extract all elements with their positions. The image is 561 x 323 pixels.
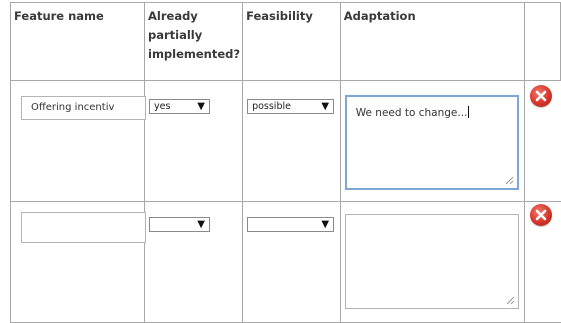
already-implemented-cell: ▼ [143, 201, 244, 323]
delete-icon [536, 90, 547, 102]
adaptation-text: We need to change... [355, 107, 468, 119]
delete-row-button[interactable] [530, 85, 553, 107]
actions-cell [524, 201, 561, 323]
already-implemented-cell: yes ▼ [143, 80, 244, 202]
triangle-down-icon: ▼ [321, 101, 330, 112]
feasibility-select[interactable]: ▼ [247, 217, 335, 232]
already-implemented-value: yes [154, 101, 171, 112]
header-row: Feature name Already partially implement… [10, 2, 561, 81]
adaptation-textarea[interactable]: We need to change... [344, 95, 519, 190]
table-row: Offering incentiv yes ▼ possible ▼ We ne… [10, 80, 561, 202]
text-caret [468, 106, 470, 118]
adaptation-cell [339, 201, 526, 323]
triangle-down-icon: ▼ [197, 101, 205, 112]
feasibility-cell: possible ▼ [242, 80, 341, 202]
features-table: Feature name Already partially implement… [10, 2, 561, 323]
triangle-down-icon: ▼ [321, 219, 330, 230]
header-actions [524, 2, 561, 81]
adaptation-cell: We need to change... [339, 80, 526, 202]
adaptation-textarea[interactable] [344, 214, 519, 309]
already-implemented-select[interactable]: yes ▼ [149, 99, 210, 114]
header-feature-name: Feature name [10, 2, 145, 81]
feasibility-value: possible [252, 101, 291, 112]
delete-icon [536, 209, 547, 221]
feature-name-cell: Offering incentiv [10, 80, 146, 202]
header-already-implemented: Already partially implemented? [143, 2, 244, 81]
feasibility-select[interactable]: possible ▼ [247, 99, 335, 114]
resize-grip-icon[interactable] [506, 296, 515, 305]
actions-cell [524, 80, 561, 202]
feasibility-cell: ▼ [242, 201, 341, 323]
already-implemented-select[interactable]: ▼ [149, 217, 210, 232]
feature-name-cell [10, 201, 146, 323]
resize-grip-icon[interactable] [505, 176, 514, 185]
feature-name-input[interactable]: Offering incentiv [21, 96, 146, 120]
triangle-down-icon: ▼ [197, 219, 205, 230]
table-row: ▼ ▼ [10, 201, 561, 323]
header-adaptation: Adaptation [339, 2, 526, 81]
delete-row-button[interactable] [530, 204, 553, 226]
feature-name-input[interactable] [21, 212, 146, 243]
header-feasibility: Feasibility [242, 2, 341, 81]
